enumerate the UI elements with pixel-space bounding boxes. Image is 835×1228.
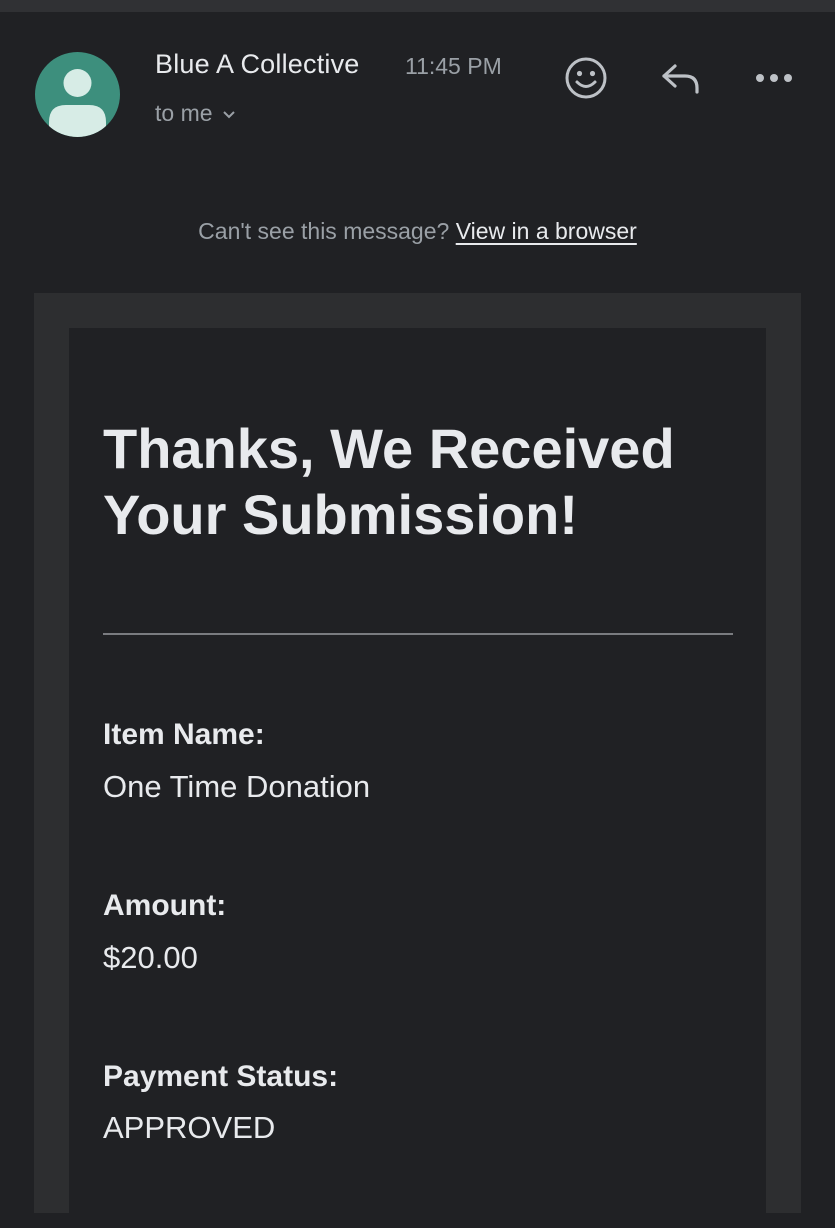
more-options-button[interactable] [748, 52, 800, 104]
message-time: 11:45 PM [405, 53, 502, 79]
sender-name[interactable]: Blue A Collective [155, 49, 360, 80]
recipient-toggle[interactable]: to me [155, 100, 237, 127]
divider [103, 633, 733, 635]
reply-icon [662, 64, 699, 94]
message-body: Thanks, We Received Your Submission! Ite… [69, 328, 766, 1228]
top-strip [0, 0, 835, 12]
item-name-value: One Time Donation [103, 769, 371, 804]
emoji-reaction-icon [565, 57, 607, 99]
message-headline: Thanks, We Received Your Submission! [103, 417, 675, 546]
view-in-browser-banner: Can't see this message? View in a browse… [0, 218, 835, 245]
message-card: Thanks, We Received Your Submission! Ite… [34, 293, 801, 1228]
email-header: Blue A Collective 11:45 PM to me [0, 12, 835, 172]
payment-status-label: Payment Status: [103, 1060, 339, 1093]
recipient-label: to me [155, 100, 213, 126]
amount-value: $20.00 [103, 940, 198, 975]
chevron-down-icon [221, 100, 237, 127]
reply-button[interactable] [655, 52, 707, 104]
item-name-label: Item Name: [103, 718, 265, 751]
view-in-browser-link[interactable]: View in a browser [456, 218, 637, 244]
view-prompt: Can't see this message? [198, 218, 450, 244]
amount-label: Amount: [103, 889, 227, 922]
payment-status-value: APPROVED [103, 1110, 276, 1145]
more-options-icon [756, 74, 792, 82]
emoji-reaction-button[interactable] [560, 52, 612, 104]
avatar-icon[interactable] [35, 52, 120, 137]
